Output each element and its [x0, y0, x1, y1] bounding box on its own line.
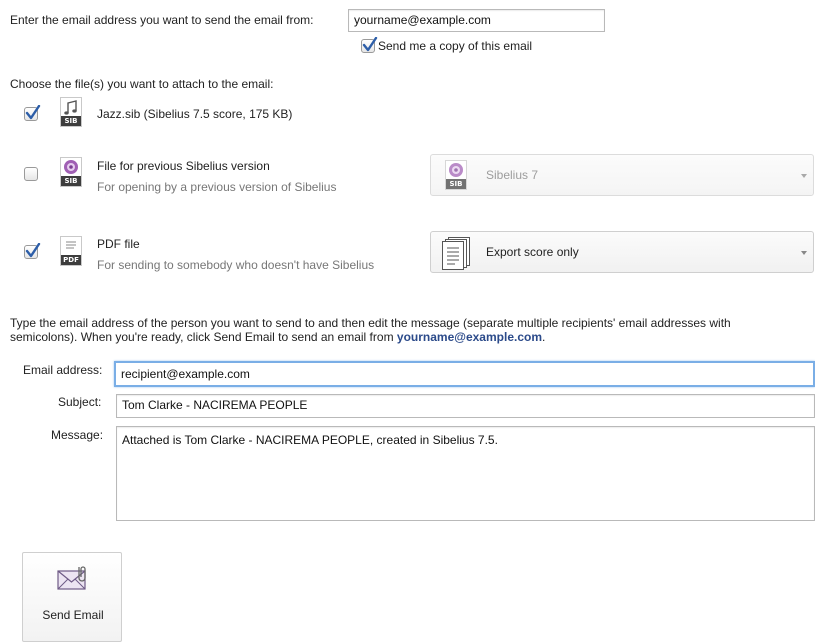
stacked-pages-icon [442, 237, 470, 270]
previous-version-subtitle: For opening by a previous version of Sib… [97, 180, 337, 194]
checkmark-icon [25, 105, 41, 120]
message-textarea[interactable]: Attached is Tom Clarke - NACIREMA PEOPLE… [116, 426, 815, 521]
instructions-text: semicolons). When you're ready, click Se… [10, 330, 397, 344]
send-copy-label: Send me a copy of this email [378, 39, 533, 53]
pdf-export-select[interactable]: Export score only [430, 231, 814, 273]
attach-score-label: Jazz.sib (Sibelius 7.5 score, 175 KB) [97, 107, 293, 121]
envelope-attachment-icon [57, 565, 91, 593]
send-email-label: Send Email [42, 608, 104, 622]
attach-score-checkbox[interactable] [24, 105, 41, 121]
sibelius-version-select[interactable]: SIB Sibelius 7 [430, 154, 814, 196]
checkmark-icon [362, 37, 378, 52]
instructions-line-1: Type the email address of the person you… [10, 316, 731, 330]
recipient-email-input[interactable]: recipient@example.com [114, 361, 815, 387]
pdf-badge: PDF [61, 255, 81, 265]
attach-previous-version-checkbox[interactable] [24, 167, 38, 181]
send-email-button[interactable]: Send Email [22, 552, 122, 642]
attach-pdf-checkbox[interactable] [24, 243, 41, 259]
sender-email-link: yourname@example.com [396, 330, 542, 344]
chevron-down-icon [801, 251, 807, 255]
email-address-label: Email address: [23, 363, 103, 377]
pdf-file-icon: PDF [60, 236, 82, 266]
from-email-input[interactable]: yourname@example.com [348, 9, 605, 32]
subject-label: Subject: [58, 395, 102, 409]
message-label: Message: [51, 428, 104, 442]
sib-badge: SIB [446, 179, 466, 189]
sib-badge: SIB [61, 176, 81, 186]
checkmark-icon [25, 243, 41, 258]
previous-version-title: File for previous Sibelius version [97, 159, 270, 173]
instructions-period: . [542, 330, 546, 344]
chevron-down-icon [801, 174, 807, 178]
attach-heading: Choose the file(s) you want to attach to… [10, 77, 274, 91]
sibelius-version-value: Sibelius 7 [486, 168, 539, 182]
pdf-export-value: Export score only [486, 245, 579, 259]
send-copy-checkbox[interactable] [361, 37, 378, 53]
subject-input[interactable]: Tom Clarke - NACIREMA PEOPLE [116, 394, 815, 418]
pdf-title: PDF file [97, 237, 140, 251]
sibelius-file-icon: SIB [60, 157, 82, 187]
music-note-file-icon: SIB [60, 97, 82, 127]
sib-badge: SIB [61, 116, 81, 126]
from-label: Enter the email address you want to send… [10, 13, 314, 27]
sibelius-file-icon: SIB [445, 160, 467, 190]
instructions-line-2: semicolons). When you're ready, click Se… [10, 330, 545, 344]
pdf-subtitle: For sending to somebody who doesn't have… [97, 258, 375, 272]
